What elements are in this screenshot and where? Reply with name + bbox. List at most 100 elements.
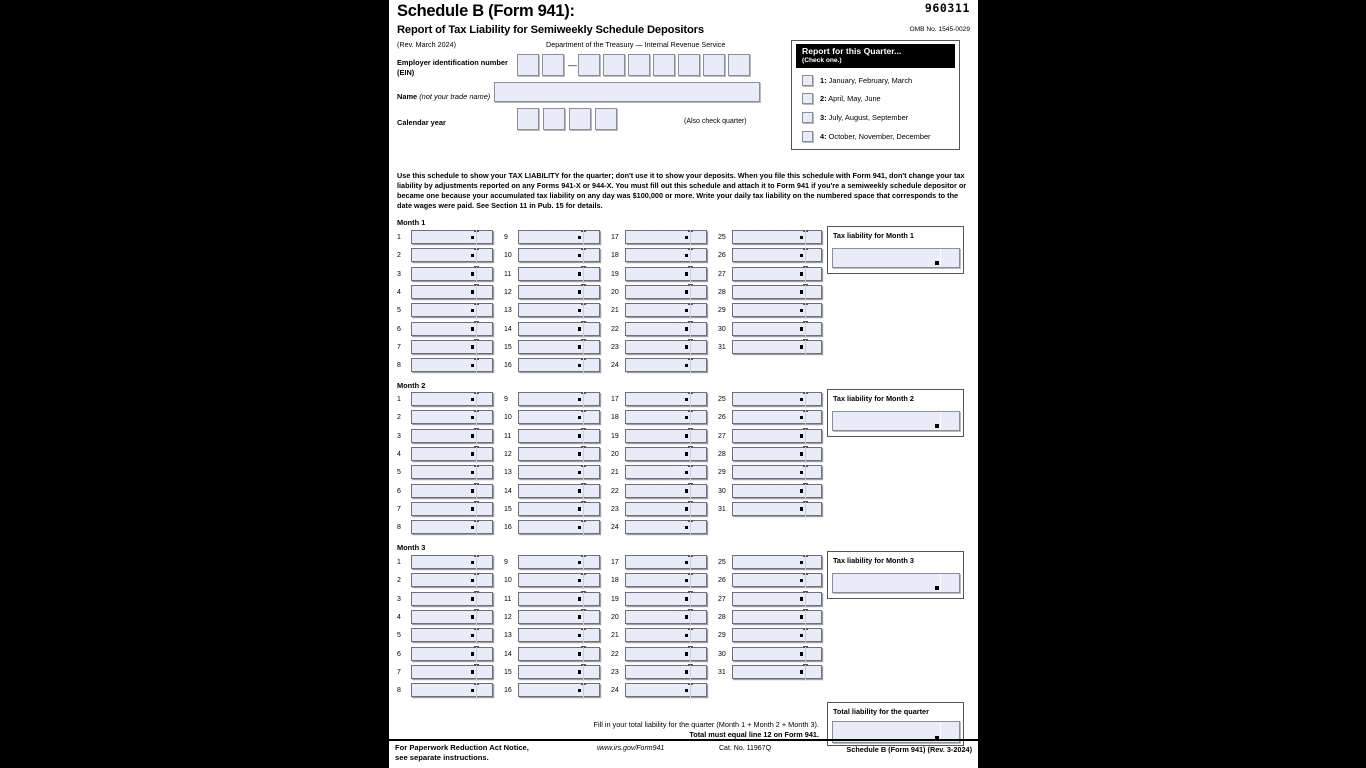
day-amount-input[interactable] [625,572,707,590]
calendar-year-digit-4[interactable] [595,108,617,130]
day-amount-input[interactable] [411,572,493,590]
day-amount-input[interactable] [732,284,822,301]
day-amount-input[interactable] [625,464,707,482]
day-amount-input[interactable] [411,284,493,301]
day-amount-input[interactable] [518,682,600,700]
day-amount-input[interactable] [518,229,600,246]
irs-url[interactable]: www.irs.gov/Form941 [597,745,664,752]
day-amount-input[interactable] [411,464,493,482]
day-amount-input[interactable] [625,609,707,626]
day-amount-input[interactable] [518,302,600,320]
day-amount-input[interactable] [411,609,493,626]
day-amount-input[interactable] [625,627,707,645]
calendar-year-digit-1[interactable] [517,108,539,130]
calendar-year-digit-2[interactable] [543,108,565,130]
day-amount-input[interactable] [411,229,493,246]
day-amount-input[interactable] [732,464,822,482]
day-amount-input[interactable] [732,554,822,571]
day-amount-input[interactable] [625,409,707,427]
day-amount-input[interactable] [625,339,707,356]
day-amount-input[interactable] [518,357,600,375]
day-amount-input[interactable] [732,483,822,500]
ein-digit-1[interactable] [517,54,539,76]
day-amount-input[interactable] [625,664,707,681]
day-amount-input[interactable] [732,501,822,518]
day-amount-input[interactable] [625,483,707,500]
day-amount-input[interactable] [411,339,493,356]
day-amount-input[interactable] [518,664,600,681]
day-amount-input[interactable] [411,391,493,408]
quarter-option-4[interactable]: 4: October, November, December [802,130,931,144]
day-amount-input[interactable] [518,572,600,590]
day-amount-input[interactable] [732,302,822,320]
day-amount-input[interactable] [518,519,600,537]
day-amount-input[interactable] [732,247,822,265]
ein-digit-9[interactable] [728,54,750,76]
day-amount-input[interactable] [625,519,707,537]
day-amount-input[interactable] [625,266,707,283]
day-amount-input[interactable] [625,646,707,663]
day-amount-input[interactable] [518,609,600,626]
day-amount-input[interactable] [732,266,822,283]
day-amount-input[interactable] [625,357,707,375]
day-amount-input[interactable] [411,591,493,608]
day-amount-input[interactable] [518,266,600,283]
day-amount-input[interactable] [625,247,707,265]
day-amount-input[interactable] [411,446,493,463]
day-amount-input[interactable] [625,229,707,246]
day-amount-input[interactable] [625,391,707,408]
day-amount-input[interactable] [411,627,493,645]
tax-liability-input-month-1[interactable] [832,248,960,268]
day-amount-input[interactable] [411,247,493,265]
day-amount-input[interactable] [625,554,707,571]
ein-digit-4[interactable] [603,54,625,76]
day-amount-input[interactable] [411,664,493,681]
day-amount-input[interactable] [732,627,822,645]
quarter-option-1[interactable]: 1: January, February, March [802,74,912,88]
day-amount-input[interactable] [518,321,600,338]
quarter-checkbox-4[interactable] [802,131,813,142]
day-amount-input[interactable] [518,501,600,518]
day-amount-input[interactable] [518,446,600,463]
day-amount-input[interactable] [625,302,707,320]
day-amount-input[interactable] [518,646,600,663]
day-amount-input[interactable] [625,682,707,700]
ein-digit-5[interactable] [628,54,650,76]
day-amount-input[interactable] [732,572,822,590]
quarter-checkbox-3[interactable] [802,112,813,123]
ein-digit-2[interactable] [542,54,564,76]
day-amount-input[interactable] [411,519,493,537]
day-amount-input[interactable] [732,391,822,408]
quarter-checkbox-2[interactable] [802,93,813,104]
day-amount-input[interactable] [625,284,707,301]
day-amount-input[interactable] [518,409,600,427]
day-amount-input[interactable] [518,284,600,301]
name-input[interactable] [494,82,760,102]
ein-digit-6[interactable] [653,54,675,76]
day-amount-input[interactable] [411,266,493,283]
day-amount-input[interactable] [625,446,707,463]
calendar-year-digit-3[interactable] [569,108,591,130]
day-amount-input[interactable] [518,428,600,445]
day-amount-input[interactable] [732,591,822,608]
day-amount-input[interactable] [625,428,707,445]
day-amount-input[interactable] [732,646,822,663]
quarter-option-2[interactable]: 2: April, May, June [802,92,881,106]
day-amount-input[interactable] [411,483,493,500]
day-amount-input[interactable] [732,428,822,445]
day-amount-input[interactable] [411,501,493,518]
day-amount-input[interactable] [411,646,493,663]
day-amount-input[interactable] [518,627,600,645]
day-amount-input[interactable] [732,664,822,681]
ein-digit-8[interactable] [703,54,725,76]
day-amount-input[interactable] [732,409,822,427]
day-amount-input[interactable] [411,321,493,338]
day-amount-input[interactable] [411,409,493,427]
day-amount-input[interactable] [411,428,493,445]
day-amount-input[interactable] [518,339,600,356]
ein-digit-3[interactable] [578,54,600,76]
day-amount-input[interactable] [518,391,600,408]
day-amount-input[interactable] [411,302,493,320]
day-amount-input[interactable] [411,357,493,375]
day-amount-input[interactable] [732,229,822,246]
